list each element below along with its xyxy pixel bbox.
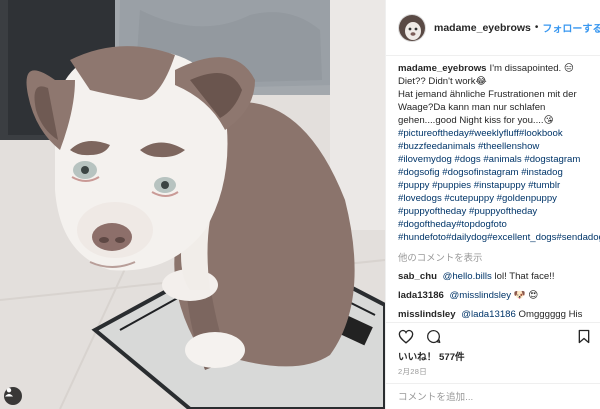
separator-dot: • bbox=[534, 22, 539, 34]
post-photo[interactable] bbox=[0, 0, 385, 409]
comment-item: sab_chu @hello.bills lol! That face!! bbox=[398, 270, 590, 283]
comment-username[interactable]: misslindsley bbox=[398, 309, 456, 320]
likes-count[interactable]: いいね！ 577件 bbox=[386, 349, 600, 364]
caption-line-3: Hat jemand ähnliche Frustrationen mit de… bbox=[398, 89, 577, 127]
comment-username[interactable]: sab_chu bbox=[398, 271, 437, 282]
post-username[interactable]: madame_eyebrows bbox=[434, 22, 531, 34]
dog-on-scale-image bbox=[0, 0, 385, 409]
comment-item: lada13186 @misslindsley 🐶 😍 bbox=[398, 289, 590, 302]
comment-mention[interactable]: @lada13186 bbox=[461, 309, 516, 320]
comment-mention[interactable]: @hello.bills bbox=[443, 271, 492, 282]
heart-icon[interactable] bbox=[398, 329, 414, 344]
view-all-comments-link[interactable]: 他のコメントを表示 bbox=[398, 251, 590, 264]
comment-text: 🐶 😍 bbox=[511, 290, 539, 302]
caption: madame_eyebrows I'm dissapointed. 😑 Diet?… bbox=[398, 62, 600, 244]
comment-list: madame_eyebrows I'm dissapointed. 😑 Diet?… bbox=[386, 56, 600, 322]
caption-line-2: Diet?? Didn't work😂 bbox=[398, 76, 487, 88]
bookmark-icon[interactable] bbox=[578, 329, 590, 344]
instagram-post: madame_eyebrows • フォローする madame_eyebrows… bbox=[0, 0, 600, 409]
comment-text: lol! That face!! bbox=[491, 271, 555, 283]
comment-icon[interactable] bbox=[426, 329, 441, 344]
comment-item: misslindsley @lada13186 Omgggggg His nam… bbox=[398, 308, 590, 322]
caption-hashtags[interactable]: #pictureoftheday#weeklyfluff#lookbook #b… bbox=[398, 128, 600, 243]
comment-mention[interactable]: @misslindsley bbox=[450, 290, 511, 301]
user-tag-button[interactable] bbox=[4, 387, 22, 405]
caption-username[interactable]: madame_eyebrows bbox=[398, 63, 487, 74]
follow-button[interactable]: フォローする bbox=[542, 20, 600, 35]
action-bar bbox=[386, 322, 600, 348]
caption-line-1: I'm dissapointed. 😑 bbox=[489, 63, 574, 75]
comment-username[interactable]: lada13186 bbox=[398, 290, 444, 301]
post-header: madame_eyebrows • フォローする bbox=[386, 0, 600, 57]
add-comment-input[interactable]: コメントを追加... bbox=[386, 382, 600, 409]
post-date[interactable]: 2月28日 bbox=[386, 364, 600, 383]
post-side-panel: madame_eyebrows • フォローする madame_eyebrows… bbox=[385, 0, 600, 409]
avatar[interactable] bbox=[398, 13, 426, 42]
